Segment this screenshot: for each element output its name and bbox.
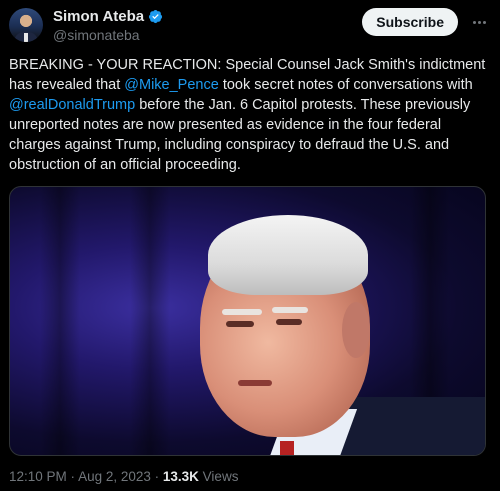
meta-separator: ·	[66, 469, 79, 484]
author-block: Simon Ateba @simonateba	[53, 8, 163, 43]
name-row: Simon Ateba	[53, 8, 163, 25]
background-curtain	[130, 187, 170, 455]
views-count: 13.3K	[162, 469, 199, 484]
views-label: Views	[198, 469, 239, 484]
photo-ear	[342, 302, 370, 358]
more-options-icon[interactable]	[468, 12, 490, 32]
verified-badge-icon	[149, 9, 163, 24]
photo-eye-right	[276, 319, 302, 325]
meta-separator: ·	[150, 469, 163, 484]
subscribe-button[interactable]: Subscribe	[362, 8, 458, 36]
author-display-name[interactable]: Simon Ateba	[53, 8, 144, 25]
tweet-time[interactable]: 12:10 PM	[9, 469, 67, 484]
avatar-shirt	[24, 33, 28, 42]
tweet-meta: 12:10 PM · Aug 2, 2023 · 13.3K Views	[9, 469, 238, 484]
background-curtain	[40, 187, 80, 455]
tweet-text-part-2: took secret notes of conversations with	[218, 77, 473, 93]
tweet-date[interactable]: Aug 2, 2023	[78, 469, 151, 484]
avatar[interactable]	[9, 8, 43, 42]
photo-tie	[280, 441, 294, 455]
mention-mike-pence[interactable]: @Mike_Pence	[124, 77, 219, 93]
photo-mouth	[238, 380, 272, 386]
tweet-header: Simon Ateba @simonateba Subscribe	[9, 6, 490, 44]
mention-real-donald-trump[interactable]: @realDonaldTrump	[9, 97, 135, 113]
photo-hair	[208, 215, 368, 295]
photo-eye-left	[226, 321, 254, 327]
tweet-photo[interactable]	[9, 186, 486, 456]
tweet-text: BREAKING - YOUR REACTION: Special Counse…	[9, 55, 489, 175]
photo-brow-right	[272, 307, 308, 313]
photo-brow-left	[222, 309, 262, 315]
author-handle[interactable]: @simonateba	[53, 27, 163, 43]
